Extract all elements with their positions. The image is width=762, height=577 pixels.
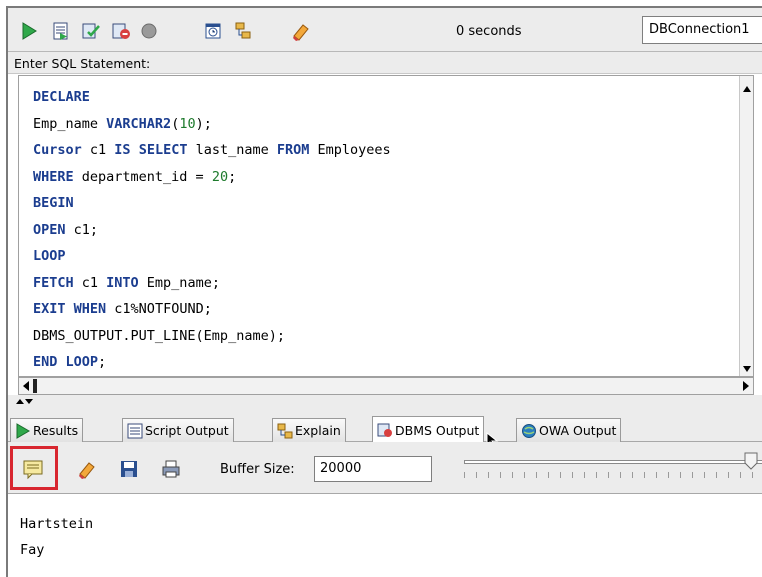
sql-text: ); [195, 115, 212, 132]
code-line[interactable]: DECLARE [33, 84, 391, 111]
tab-script-output[interactable]: Script Output [122, 418, 234, 442]
sql-text: Emp_name [33, 115, 107, 132]
run-icon [15, 422, 31, 439]
code-line[interactable]: END LOOP; [33, 349, 391, 376]
sql-worksheet: 0 seconds DBConnection1 Enter SQL Statem… [6, 6, 762, 577]
sql-number: 10 [179, 115, 196, 132]
print-icon[interactable] [160, 458, 182, 480]
sql-editor[interactable]: DECLARE Emp_name VARCHAR2(10); Cursor c1 I… [18, 75, 754, 377]
code-line[interactable]: Emp_name VARCHAR2(10); [33, 111, 391, 138]
run-statement-icon[interactable] [18, 20, 40, 42]
horizontal-scrollbar[interactable] [18, 377, 754, 395]
sql-text: ; [98, 354, 107, 370]
script-output-icon [127, 423, 143, 439]
scroll-right-icon[interactable] [743, 381, 749, 391]
tab-results[interactable]: Results [10, 418, 84, 442]
sql-text: c1 [73, 274, 107, 291]
slider-thumb[interactable] [744, 452, 758, 470]
tab-label: DBMS Output [395, 422, 480, 438]
splitter-arrows-icon[interactable] [14, 396, 34, 408]
sql-number: 20 [211, 168, 229, 185]
explain-icon [277, 423, 293, 439]
sql-text: ; [228, 168, 237, 185]
sql-keyword: WHERE [33, 168, 74, 185]
sql-keyword: SELECT [138, 142, 188, 158]
pane-splitter[interactable] [8, 395, 762, 409]
sql-keyword: LOOP [33, 248, 66, 264]
sql-keyword: EXIT [33, 301, 66, 317]
run-script-icon[interactable] [50, 20, 72, 42]
code-line[interactable]: LOOP [33, 243, 391, 270]
sql-keyword: FETCH [33, 274, 74, 291]
code-line[interactable]: FETCH c1 INTO Emp_name; [33, 270, 391, 297]
explain-plan-icon[interactable] [232, 20, 254, 42]
buffer-size-label: Buffer Size: [220, 462, 295, 477]
slider-ticks [464, 472, 762, 478]
rollback-icon[interactable] [110, 20, 132, 42]
enable-output-icon[interactable] [22, 458, 44, 480]
sql-keyword: Cursor [33, 142, 82, 158]
vertical-scrollbar[interactable] [739, 76, 753, 376]
code-line[interactable]: EXIT WHEN c1%NOTFOUND; [33, 296, 391, 323]
sql-text: c1 [81, 142, 115, 158]
sql-keyword: WHEN [73, 301, 107, 317]
code-line[interactable]: OPEN c1; [33, 217, 391, 244]
scroll-left-icon[interactable] [23, 381, 29, 391]
owa-output-icon [521, 423, 537, 439]
sql-statement-header: Enter SQL Statement: [8, 52, 762, 74]
sql-history-icon[interactable] [202, 20, 224, 42]
sql-keyword: VARCHAR2 [106, 115, 172, 132]
sql-keyword: DECLARE [33, 89, 90, 105]
sql-code[interactable]: DECLARE Emp_name VARCHAR2(10); Cursor c1 I… [33, 84, 391, 376]
sql-keyword: BEGIN [33, 195, 74, 211]
elapsed-time: 0 seconds [456, 24, 522, 39]
tab-label: Script Output [145, 423, 229, 438]
code-line[interactable]: BEGIN [33, 190, 391, 217]
output-tabs: Results Script Output Explain DBMS Outpu… [8, 408, 762, 449]
sql-text: Employees [309, 142, 391, 158]
output-line: Hartstein [20, 516, 94, 532]
tab-owa-output[interactable]: OWA Output [516, 418, 622, 442]
sql-keyword: INTO [106, 274, 139, 291]
sql-text: DBMS_OUTPUT.PUT_LINE(Emp_name); [33, 327, 285, 344]
tab-explain[interactable]: Explain [272, 418, 346, 442]
save-icon[interactable] [118, 458, 140, 480]
sql-text: c1%NOTFOUND; [106, 301, 212, 317]
sql-text: last_name [187, 142, 277, 158]
dbms-output-pane[interactable]: Hartstein Fay [8, 494, 762, 577]
code-line[interactable]: Cursor c1 IS SELECT last_name FROM Emplo… [33, 137, 391, 164]
commit-icon[interactable] [80, 20, 102, 42]
clear-icon[interactable] [290, 20, 312, 42]
scroll-thumb[interactable] [33, 379, 37, 393]
buffer-size-input[interactable]: 20000 [314, 456, 432, 482]
code-line[interactable]: WHERE department_id = 20; [33, 164, 391, 191]
sql-text: Emp_name; [138, 274, 220, 291]
dbms-output-icon [377, 422, 393, 438]
output-line: Fay [20, 542, 45, 558]
worksheet-toolbar: 0 seconds DBConnection1 [8, 8, 762, 52]
sql-keyword: OPEN [33, 221, 66, 238]
sql-keyword: FROM [276, 142, 310, 158]
cancel-icon[interactable] [138, 20, 160, 42]
tab-label: OWA Output [539, 423, 617, 438]
buffer-slider[interactable] [464, 460, 762, 464]
tab-dbms-output[interactable]: DBMS Output [372, 416, 499, 449]
tab-label: Results [33, 423, 79, 438]
sql-statement-label: Enter SQL Statement: [14, 56, 151, 71]
connection-select[interactable]: DBConnection1 [642, 16, 762, 44]
clear-output-icon[interactable] [76, 458, 98, 480]
sql-text: department_id = [73, 168, 212, 185]
sql-keyword: LOOP [65, 354, 99, 370]
sql-text: c1; [65, 221, 99, 238]
code-line[interactable]: DBMS_OUTPUT.PUT_LINE(Emp_name); [33, 323, 391, 350]
sql-keyword: IS [114, 142, 131, 158]
tab-label: Explain [295, 423, 341, 438]
output-toolbar: Buffer Size: 20000 [8, 442, 762, 494]
sql-keyword: END [33, 354, 58, 370]
